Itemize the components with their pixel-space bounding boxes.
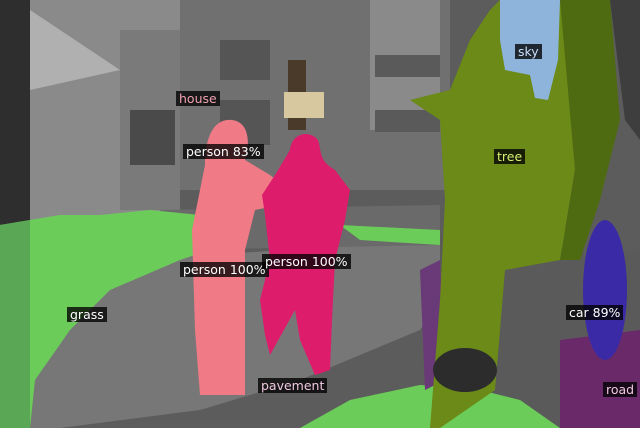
car-region: [583, 220, 627, 360]
apt-window: [220, 40, 270, 80]
label-person-100-a: person 100%: [180, 262, 269, 277]
tree-base: [433, 348, 497, 392]
label-pavement: pavement: [258, 378, 328, 393]
segmented-photo: [0, 0, 640, 428]
label-tree: tree: [494, 149, 526, 164]
label-grass: grass: [67, 307, 107, 322]
house-window: [130, 110, 175, 165]
label-person-100-b: person 100%: [262, 254, 351, 269]
sign-board: [284, 92, 324, 118]
label-house: house: [176, 91, 220, 106]
balcony-rail: [375, 55, 440, 77]
segmentation-view: house sky person 83% tree person 100% pe…: [0, 0, 640, 428]
label-road: road: [603, 382, 638, 397]
grass-left-edge: [0, 220, 30, 428]
label-person-83: person 83%: [183, 144, 264, 159]
label-car: car 89%: [566, 305, 624, 320]
label-sky: sky: [515, 44, 542, 59]
